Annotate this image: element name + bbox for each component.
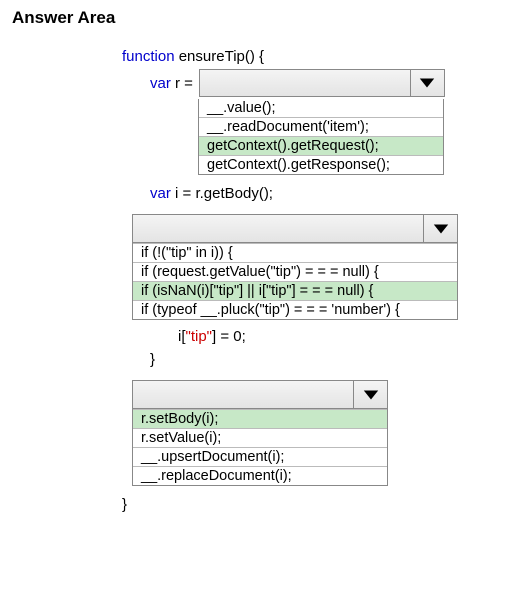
close-brace-outer: } [122,494,510,515]
dropdown-1-header[interactable] [199,69,445,97]
keyword-function: function [122,48,175,65]
dropdown-2-header[interactable] [133,215,457,243]
dropdown-2-option[interactable]: if (request.getValue("tip") = = = null) … [133,262,457,281]
chevron-down-icon [353,381,387,408]
assign-b: ] = 0; [212,328,246,345]
dropdown-1-option[interactable]: getContext().getResponse(); [199,155,443,174]
var-i-line: var i = r.getBody(); [150,183,510,204]
dropdown-3-option[interactable]: __.replaceDocument(i); [133,466,387,485]
dropdown-3-header[interactable] [133,381,387,409]
dropdown-2-option[interactable]: if (!("tip" in i)) { [133,243,457,262]
dropdown-2-option[interactable]: if (typeof __.pluck("tip") = = = 'number… [133,300,457,319]
assign-line: i["tip"] = 0; [178,326,510,347]
dropdown-3-option[interactable]: r.setValue(i); [133,428,387,447]
keyword-var: var [150,75,171,92]
chevron-down-icon [423,215,457,242]
function-decl: function ensureTip() { [122,46,510,67]
dropdown-1-option[interactable]: __.value(); [199,99,443,117]
dropdown-2-option[interactable]: if (isNaN(i)["tip"] || i["tip"] = = = nu… [133,281,457,300]
dropdown-2[interactable]: if (!("tip" in i)) { if (request.getValu… [132,214,458,320]
function-name: ensureTip() { [179,48,264,65]
r-decl: r = [175,75,193,92]
dropdown-3[interactable]: r.setBody(i); r.setValue(i); __.upsertDo… [132,380,388,486]
assign-a: i[ [178,328,186,345]
var-r-line: var r = [150,69,510,97]
code-block: function ensureTip() { var r = __.value(… [122,46,510,515]
chevron-down-icon [410,70,444,96]
assign-key: "tip" [186,328,213,345]
i-decl: i = r.getBody(); [175,185,273,202]
dropdown-1-option[interactable]: getContext().getRequest(); [199,136,443,155]
dropdown-1-list: __.value(); __.readDocument('item'); get… [198,99,444,175]
keyword-var: var [150,185,171,202]
close-brace-inner: } [150,349,510,370]
page-title: Answer Area [12,8,510,28]
dropdown-3-option[interactable]: __.upsertDocument(i); [133,447,387,466]
dropdown-1-option[interactable]: __.readDocument('item'); [199,117,443,136]
dropdown-3-option[interactable]: r.setBody(i); [133,409,387,428]
